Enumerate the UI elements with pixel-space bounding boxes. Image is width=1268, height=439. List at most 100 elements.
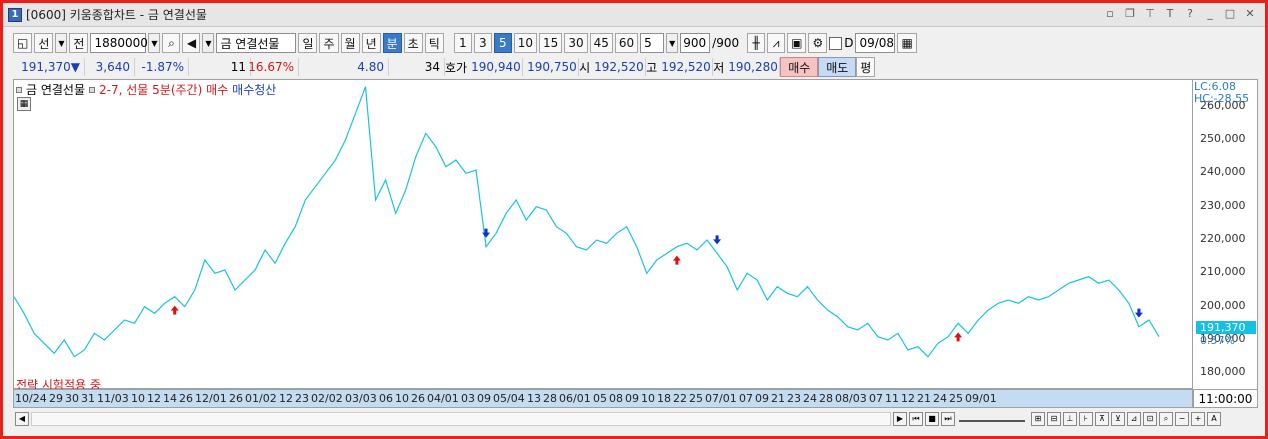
- x-tick: 24: [803, 392, 817, 405]
- x-tick: 09: [477, 392, 491, 405]
- tool4-icon[interactable]: ⊦: [1079, 411, 1093, 426]
- x-tick: 07/01: [705, 392, 737, 405]
- stop-icon[interactable]: ■: [925, 411, 939, 426]
- magnify-icon[interactable]: ⌕: [1159, 411, 1173, 426]
- zoom-slider[interactable]: [959, 416, 1025, 422]
- legend-item[interactable]: 금 연결선물: [26, 81, 85, 98]
- copy-window-icon[interactable]: ❐: [1123, 7, 1137, 21]
- calendar-icon[interactable]: ▦: [897, 33, 917, 53]
- legend-strategy[interactable]: 2-7, 선물 5분(주간) 매수: [99, 81, 228, 98]
- interval-30[interactable]: 30: [564, 33, 588, 53]
- period-day[interactable]: 일: [298, 33, 318, 53]
- count-34: 34: [389, 58, 445, 76]
- gear-icon[interactable]: ⚙: [808, 33, 828, 53]
- sell-signal-arrow-icon: [1134, 308, 1143, 318]
- interval-10[interactable]: 10: [513, 33, 538, 53]
- mode-select[interactable]: 선: [34, 33, 54, 53]
- tool7-icon[interactable]: ⊿: [1127, 411, 1141, 426]
- tool1-icon[interactable]: ⊞: [1031, 411, 1045, 426]
- period-tick[interactable]: 틱: [424, 33, 444, 53]
- help-icon[interactable]: ?: [1183, 7, 1197, 21]
- zoom-in-icon[interactable]: +: [1191, 411, 1205, 426]
- interval-45[interactable]: 45: [589, 33, 613, 53]
- first-icon[interactable]: ⏮: [909, 411, 923, 426]
- period-minute[interactable]: 분: [382, 33, 402, 53]
- interval-15[interactable]: 15: [539, 33, 563, 53]
- d-label: D: [844, 36, 854, 50]
- buy-button[interactable]: 매수: [780, 57, 819, 77]
- grid-settings-icon[interactable]: ▦: [17, 97, 31, 111]
- x-tick: 02/02: [311, 392, 343, 405]
- code-dropdown-icon[interactable]: ▼: [148, 33, 161, 53]
- last-pct: 0.57%: [1200, 334, 1235, 347]
- x-tick: 01/02: [245, 392, 277, 405]
- legend-signal[interactable]: 매수청산: [232, 81, 276, 98]
- flat-button[interactable]: 평: [856, 57, 876, 77]
- item-name-field[interactable]: 금 연결선물: [216, 33, 297, 53]
- period-second[interactable]: 초: [403, 33, 423, 53]
- x-tick: 11: [885, 392, 899, 405]
- x-tick: 23: [295, 392, 309, 405]
- x-tick: 08/03: [835, 392, 867, 405]
- tool6-icon[interactable]: ⊻: [1111, 411, 1125, 426]
- tool2-icon[interactable]: ⊟: [1047, 411, 1061, 426]
- interval-select[interactable]: 5: [640, 33, 665, 53]
- screen-icon[interactable]: ▫: [1103, 7, 1117, 21]
- zoom-out-icon[interactable]: −: [1175, 411, 1189, 426]
- x-tick: 05: [593, 392, 607, 405]
- interval-dropdown-icon[interactable]: ▼: [666, 33, 679, 53]
- interval-3[interactable]: 3: [473, 33, 492, 53]
- period-month[interactable]: 월: [340, 33, 360, 53]
- search-icon[interactable]: ⌕: [162, 33, 181, 53]
- line-chart-icon[interactable]: ⩘: [767, 33, 786, 53]
- mode-dropdown-icon[interactable]: ▼: [55, 33, 68, 53]
- sound-icon[interactable]: ◀: [182, 33, 201, 53]
- window-title: [0600] 키움종합차트 - 금 연결선물: [26, 8, 207, 22]
- scroll-right-icon[interactable]: ▶: [893, 411, 907, 426]
- window-number-badge[interactable]: 1: [8, 7, 22, 22]
- period-year[interactable]: 년: [361, 33, 381, 53]
- date-input[interactable]: 09/08: [855, 33, 896, 53]
- legend-square-icon: [89, 86, 96, 93]
- last-icon[interactable]: ⏭: [941, 411, 955, 426]
- count-input[interactable]: 900: [680, 33, 711, 53]
- x-tick: 24: [933, 392, 947, 405]
- save-icon[interactable]: ▣: [787, 33, 807, 53]
- font-icon[interactable]: T: [1163, 7, 1177, 21]
- x-tick: 09/01: [965, 392, 997, 405]
- date-checkbox[interactable]: [829, 36, 843, 50]
- x-tick: 12: [147, 392, 161, 405]
- font-size-icon[interactable]: A: [1207, 411, 1221, 426]
- tool8-icon[interactable]: ⊡: [1143, 411, 1157, 426]
- close-icon[interactable]: ✕: [1243, 7, 1257, 21]
- period-week[interactable]: 주: [319, 33, 339, 53]
- pin-icon[interactable]: ⊤: [1143, 7, 1157, 21]
- count-total: /900: [712, 36, 740, 50]
- tool3-icon[interactable]: ⊥: [1063, 411, 1077, 426]
- horizontal-scrollbar[interactable]: [31, 411, 891, 426]
- change-pct: -1.87%: [135, 58, 189, 76]
- chart-toolbar: ◱ 선 ▼ 전 18800000 ▼ ⌕ ◀ ▼ 금 연결선물 일 주 월 년 …: [3, 31, 1265, 55]
- ask-price-2: 190,750: [523, 58, 580, 76]
- layout-icon[interactable]: ◱: [13, 33, 33, 53]
- scroll-left-icon[interactable]: ◀: [15, 411, 29, 426]
- sound-dropdown-icon[interactable]: ▼: [202, 33, 215, 53]
- minimize-icon[interactable]: _: [1203, 7, 1217, 21]
- candle-icon[interactable]: ╫: [747, 33, 766, 53]
- lc-hc-indicator: LC:6.08 HC:-28.55: [1194, 81, 1249, 105]
- x-tick: 21: [771, 392, 785, 405]
- sell-button[interactable]: 매도: [818, 57, 857, 77]
- prev-button[interactable]: 전: [69, 33, 89, 53]
- price-chart[interactable]: [13, 79, 1193, 389]
- interval-1[interactable]: 1: [453, 33, 472, 53]
- interval-60[interactable]: 60: [614, 33, 639, 53]
- tool5-icon[interactable]: ⊼: [1095, 411, 1109, 426]
- maximize-icon[interactable]: □: [1223, 7, 1237, 21]
- code-input[interactable]: 18800000: [90, 33, 156, 53]
- title-bar-icons: ▫ ❐ ⊤ T ? _ □ ✕: [1103, 7, 1257, 21]
- ask-price-1: 190,940: [467, 58, 524, 76]
- interval-5[interactable]: 5: [493, 33, 512, 53]
- low-label: 저: [713, 60, 725, 75]
- down-triangle-icon: ▼: [70, 60, 80, 74]
- y-tick: 200,000: [1200, 298, 1246, 312]
